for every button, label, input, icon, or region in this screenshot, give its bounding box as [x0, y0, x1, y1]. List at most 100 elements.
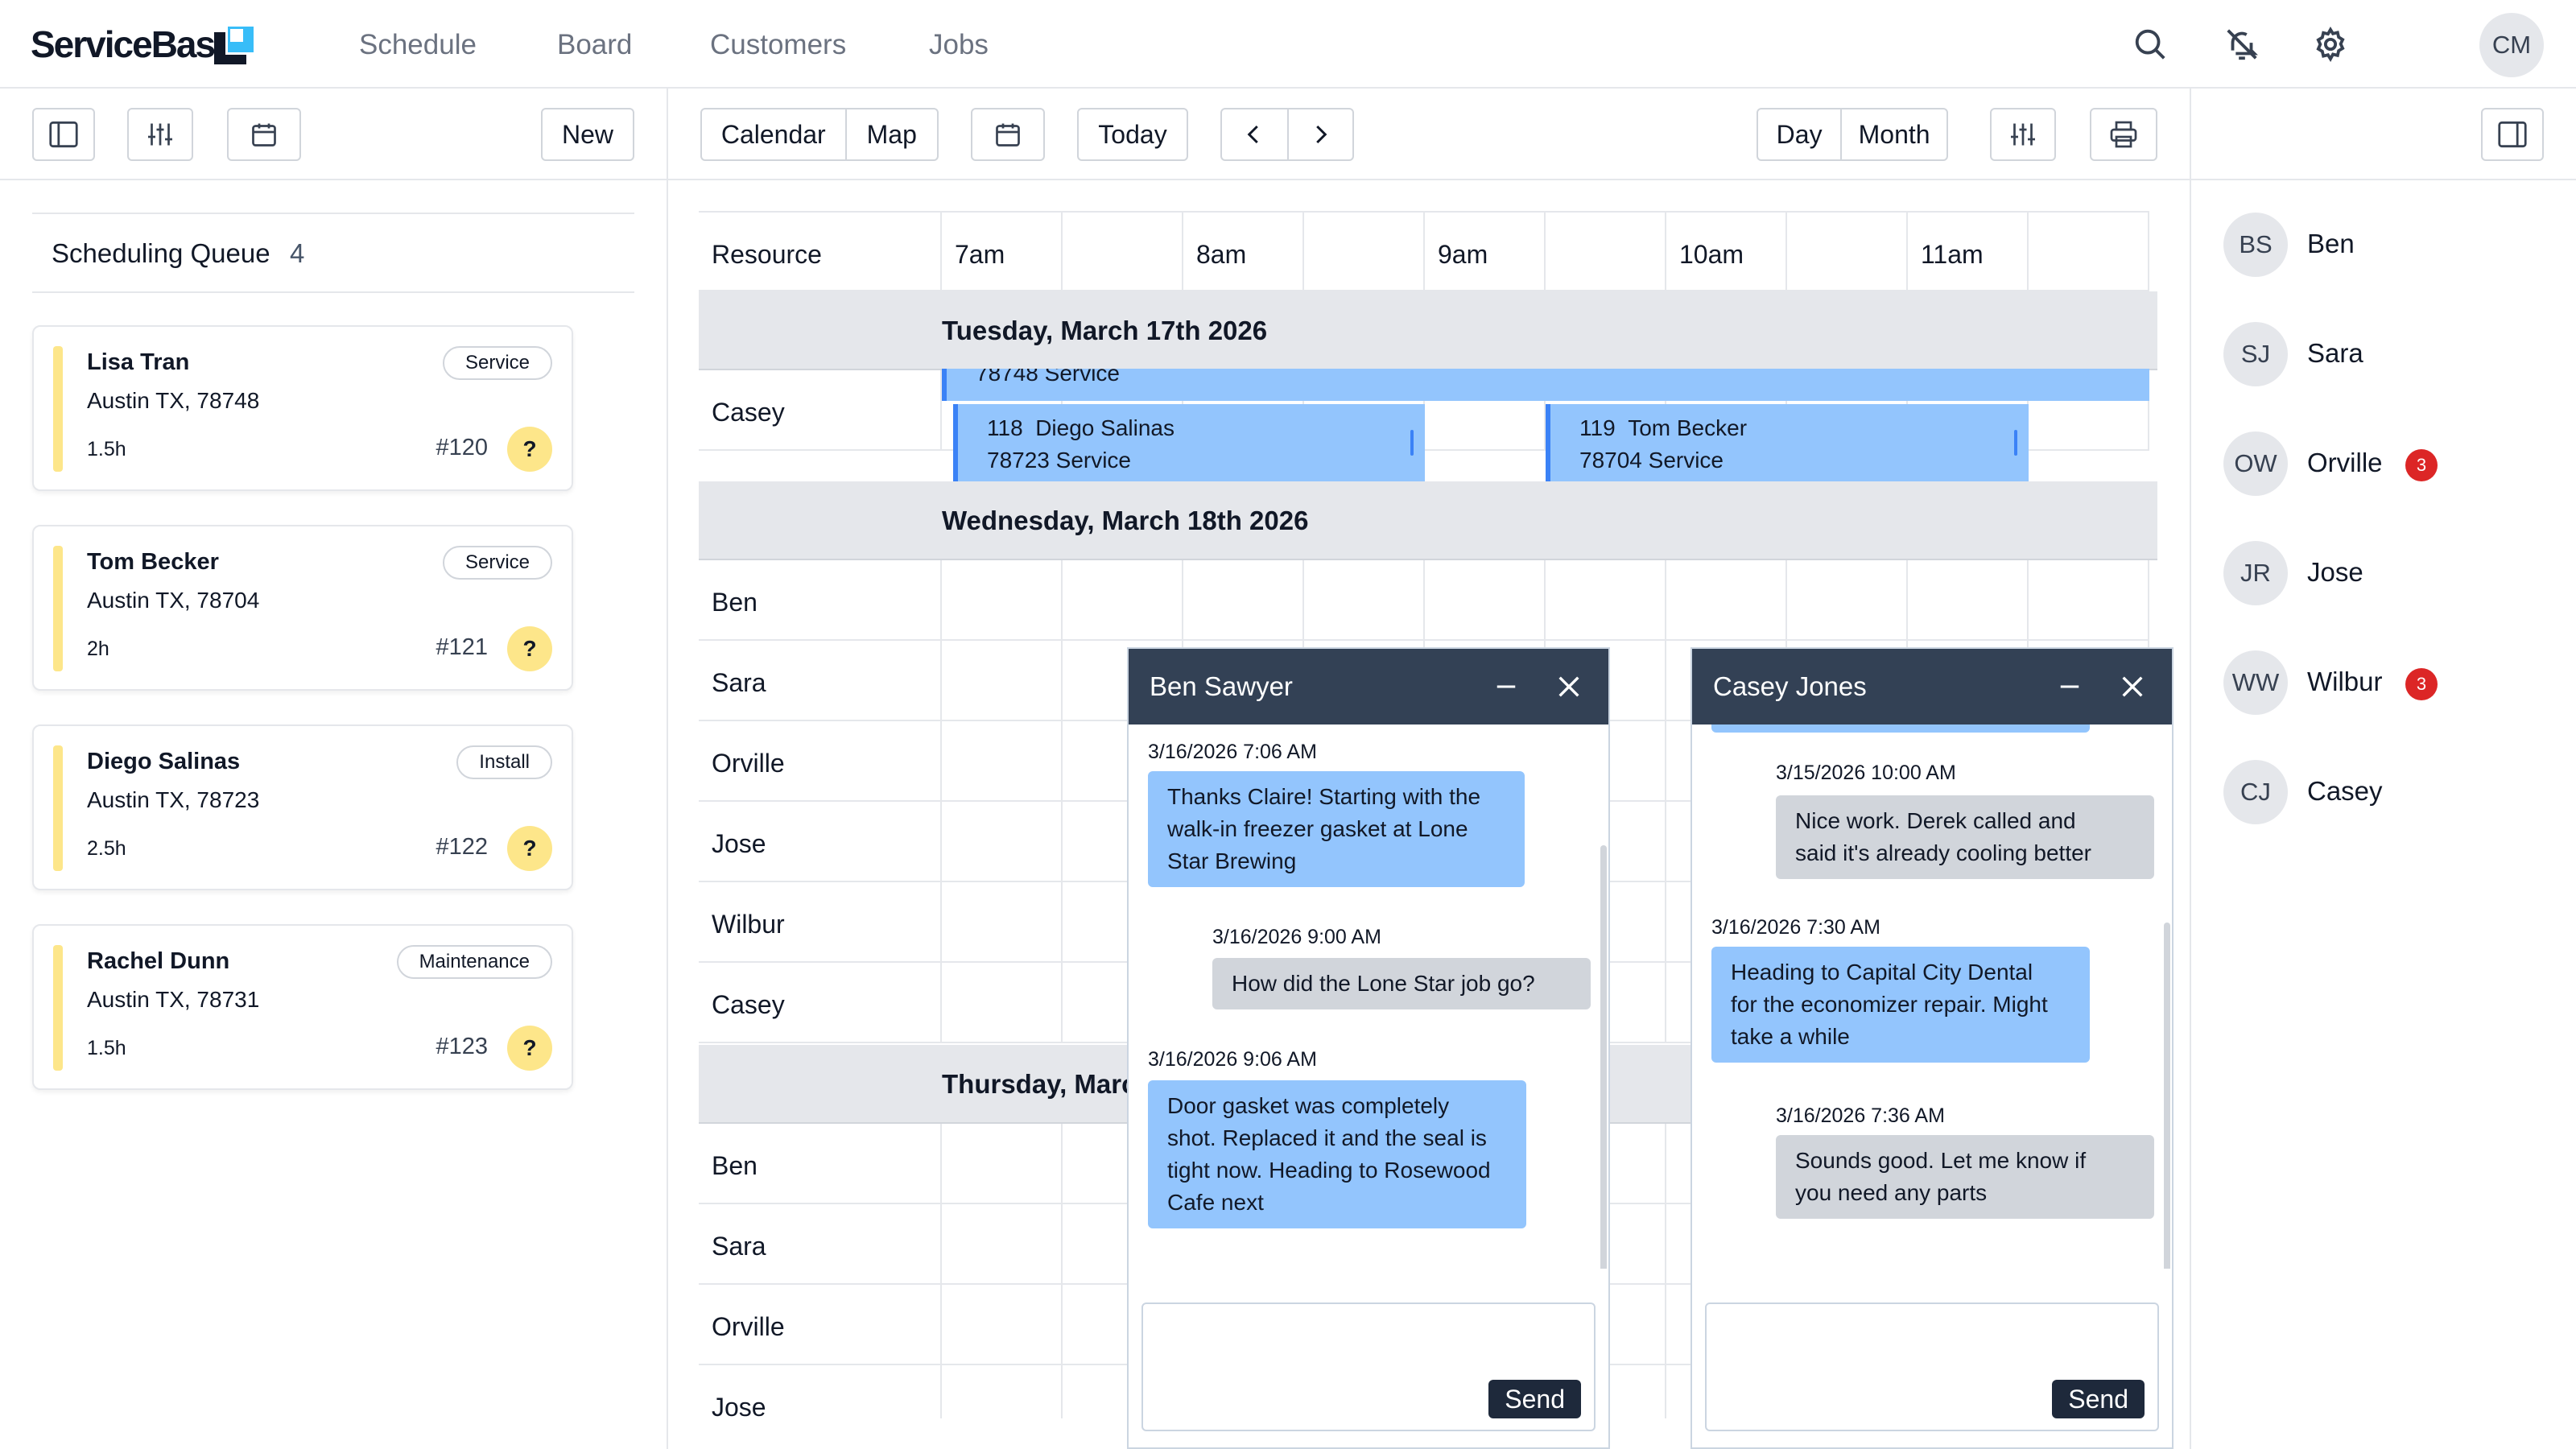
queue-card[interactable]: Tom Becker Austin TX, 78704 2h #121 ? Se… [32, 525, 573, 691]
resize-handle[interactable] [2014, 430, 2017, 456]
status-badge[interactable]: ? [507, 427, 552, 472]
schedule-filter-button[interactable] [1990, 108, 2056, 161]
schedule-event[interactable]: 78748 Service [942, 369, 2149, 401]
calendar-icon [996, 123, 1020, 147]
tab-month[interactable]: Month [1840, 109, 1946, 159]
close-icon[interactable] [2119, 673, 2146, 700]
time-slot[interactable] [1063, 560, 1183, 641]
divider [2190, 89, 2191, 1449]
unread-count-badge: 3 [2405, 449, 2438, 481]
status-badge[interactable]: ? [507, 826, 552, 871]
time-slot[interactable] [1787, 560, 1908, 641]
time-slot[interactable] [942, 560, 1063, 641]
date-nav [1220, 108, 1354, 161]
day-header: Tuesday, March 17th 2026 [699, 291, 2157, 370]
customer-address: Austin TX, 78748 [87, 388, 260, 413]
schedule-event[interactable]: 119 Tom Becker 78704 Service [1546, 404, 2029, 481]
time-slot[interactable] [2029, 560, 2149, 641]
resource-name: Orville [712, 1312, 785, 1341]
minimize-icon[interactable] [2056, 675, 2083, 699]
queue-card[interactable]: Rachel Dunn Austin TX, 78731 1.5h #123 ?… [32, 924, 573, 1090]
time-slot[interactable] [942, 882, 1063, 963]
status-badge[interactable]: ? [507, 626, 552, 671]
time-slot[interactable] [942, 641, 1063, 721]
column-header-hour: 10am [1666, 211, 1787, 291]
column-header-half [1787, 211, 1908, 291]
time-slot[interactable] [942, 1365, 1063, 1418]
resource-row-label: Ben [699, 1124, 942, 1204]
send-button[interactable]: Send [1488, 1380, 1581, 1418]
time-slot[interactable] [942, 963, 1063, 1043]
nav-customers[interactable]: Customers [710, 29, 846, 61]
gear-icon[interactable] [2312, 26, 2349, 63]
nav-schedule[interactable]: Schedule [359, 29, 477, 61]
brand-logo[interactable]: ServiceBase [31, 23, 235, 66]
send-button[interactable]: Send [2052, 1380, 2145, 1418]
chat-scrollbar[interactable] [2164, 923, 2170, 1269]
time-slot[interactable] [1304, 560, 1425, 641]
resource-name: Jose [2307, 557, 2363, 587]
schedule-event[interactable]: 118 Diego Salinas 78723 Service [953, 404, 1425, 481]
message-input[interactable]: Send [1705, 1302, 2159, 1431]
message-bubble: Sounds good. Let me know if you need any … [1776, 1135, 2154, 1219]
avatar: JR [2223, 541, 2288, 605]
job-number: #122 [436, 834, 488, 860]
range-switcher: Day Month [1757, 108, 1948, 161]
bell-off-icon[interactable] [2223, 26, 2260, 63]
time-slot[interactable] [942, 1285, 1063, 1365]
nav-board[interactable]: Board [557, 29, 632, 61]
customer-name: Tom Becker [87, 549, 219, 575]
customer-address: Austin TX, 78723 [87, 787, 260, 812]
avatar: OW [2223, 431, 2288, 496]
priority-bar [53, 546, 63, 671]
time-slot[interactable] [942, 802, 1063, 882]
status-badge[interactable]: ? [507, 1026, 552, 1071]
resize-handle[interactable] [1410, 430, 1414, 456]
tab-calendar[interactable]: Calendar [702, 109, 845, 159]
chevron-right-icon [1316, 125, 1327, 144]
queue-calendar-button[interactable] [227, 108, 301, 161]
time-slot[interactable] [1908, 560, 2029, 641]
resource-row-label: Sara [699, 641, 942, 721]
minimize-icon[interactable] [1492, 675, 1520, 699]
next-button[interactable] [1286, 109, 1352, 159]
event-detail: 78723 Service [987, 448, 1132, 473]
column-header-half [1546, 211, 1666, 291]
panel-right-icon [2498, 121, 2527, 148]
resource-name: Casey [2307, 776, 2383, 806]
time-slot[interactable] [1425, 560, 1546, 641]
job-type-badge: Service [442, 546, 552, 580]
user-avatar[interactable]: CM [2479, 13, 2544, 77]
search-icon[interactable] [2132, 26, 2169, 63]
resource-panel-toggle-button[interactable] [2481, 108, 2544, 161]
print-button[interactable] [2090, 108, 2157, 161]
time-slot[interactable] [1666, 560, 1787, 641]
resource-row-label: Casey [699, 963, 942, 1043]
tab-day[interactable]: Day [1758, 109, 1840, 159]
job-duration: 1.5h [87, 1037, 126, 1059]
date-picker-button[interactable] [971, 108, 1045, 161]
time-slot[interactable] [942, 1124, 1063, 1204]
queue-filter-button[interactable] [127, 108, 193, 161]
nav-jobs[interactable]: Jobs [929, 29, 989, 61]
message-bubble: Thanks Claire! Starting with the walk-in … [1148, 771, 1525, 887]
avatar: CJ [2223, 760, 2288, 824]
resource-name: Sara [712, 668, 766, 697]
time-slot[interactable] [942, 1204, 1063, 1285]
queue-card[interactable]: Diego Salinas Austin TX, 78723 2.5h #122… [32, 724, 573, 890]
tab-map[interactable]: Map [844, 109, 937, 159]
job-number: #120 [436, 435, 488, 460]
column-header-hour: 11am [1908, 211, 2029, 291]
time-slot[interactable] [942, 721, 1063, 802]
prev-button[interactable] [1222, 109, 1287, 159]
message-input[interactable]: Send [1141, 1302, 1596, 1431]
sidebar-toggle-button[interactable] [32, 108, 95, 161]
time-slot[interactable] [1546, 560, 1666, 641]
queue-card[interactable]: Lisa Tran Austin TX, 78748 1.5h #120 ? S… [32, 325, 573, 491]
today-button[interactable]: Today [1077, 108, 1188, 161]
time-slot[interactable] [1183, 560, 1304, 641]
close-icon[interactable] [1555, 673, 1583, 700]
new-button[interactable]: New [541, 108, 634, 161]
column-header-resource: Resource [699, 211, 942, 291]
chat-scrollbar[interactable] [1600, 845, 1607, 1269]
